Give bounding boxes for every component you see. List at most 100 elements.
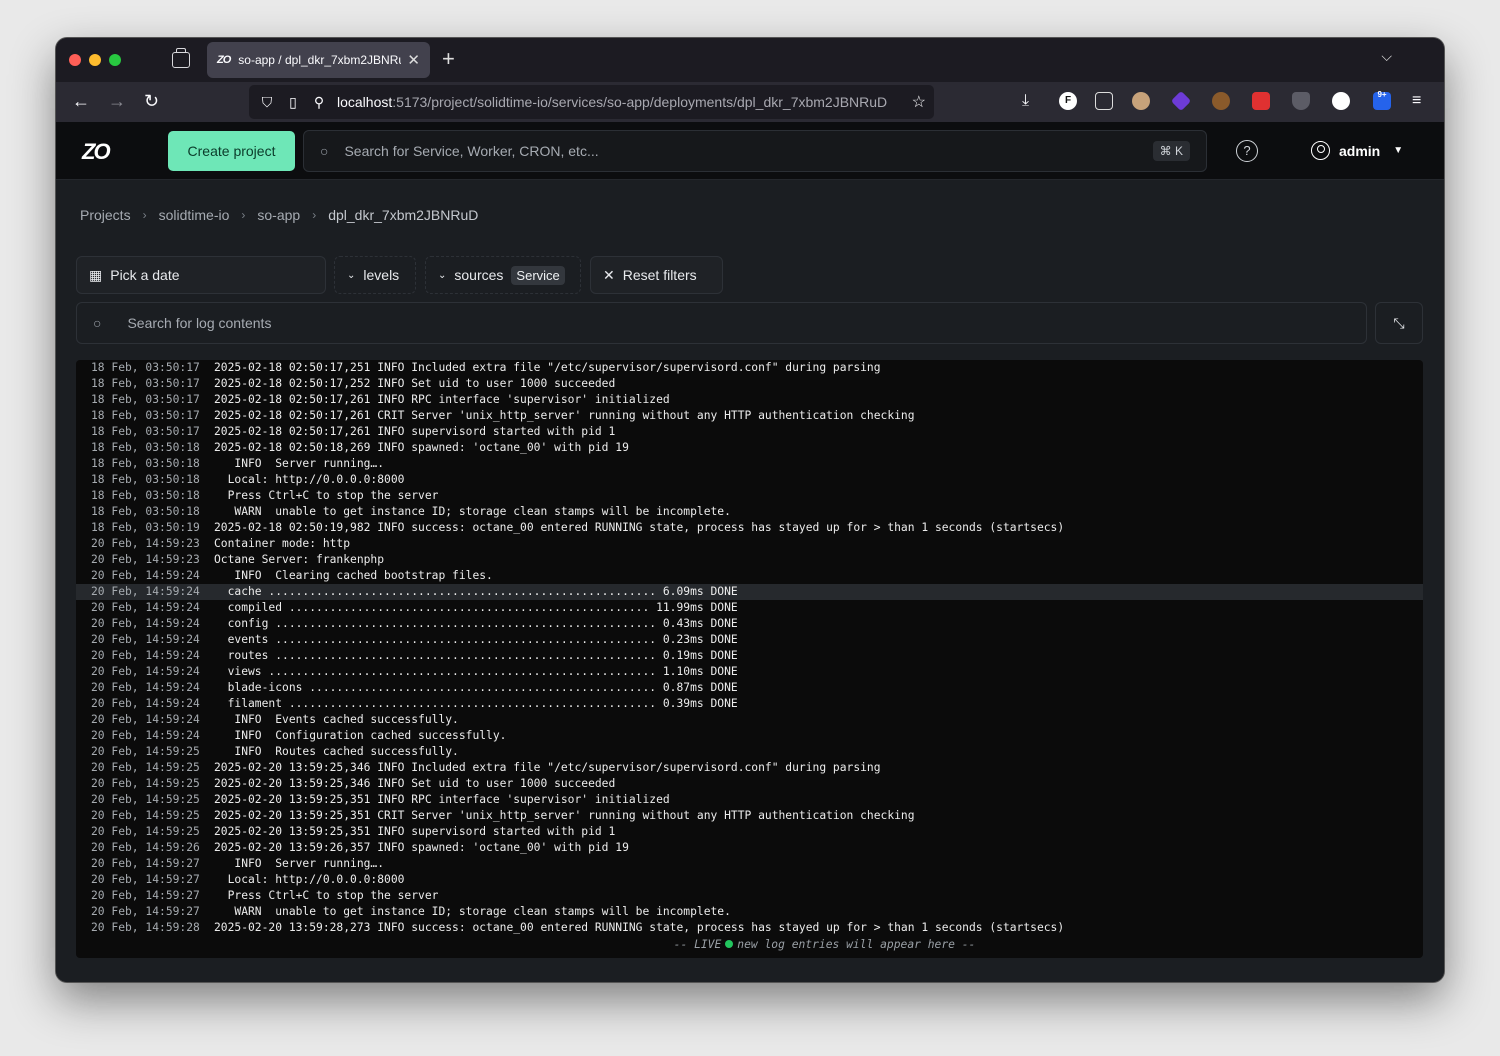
- log-line[interactable]: 20 Feb, 14:59:23 Container mode: http: [76, 536, 1423, 552]
- log-line[interactable]: 20 Feb, 14:59:24 blade-icons ...........…: [76, 680, 1423, 696]
- log-message: filament ...............................…: [214, 697, 738, 710]
- log-line[interactable]: 18 Feb, 03:50:17 2025-02-18 02:50:17,261 …: [76, 408, 1423, 424]
- log-line[interactable]: 20 Feb, 14:59:25 2025-02-20 13:59:25,351 …: [76, 792, 1423, 808]
- log-line[interactable]: 20 Feb, 14:59:28 2025-02-20 13:59:28,273 …: [76, 920, 1423, 936]
- log-timestamp: 20 Feb, 14:59:27: [91, 873, 200, 886]
- minimize-window-button[interactable]: [89, 54, 101, 66]
- log-timestamp: 20 Feb, 14:59:26: [91, 841, 200, 854]
- log-message: 2025-02-18 02:50:17,261 INFO supervisord…: [214, 425, 616, 438]
- log-line[interactable]: 20 Feb, 14:59:24 cache .................…: [76, 584, 1423, 600]
- live-indicator: -- LIVE new log entries will appear here …: [76, 936, 1423, 954]
- log-line[interactable]: 20 Feb, 14:59:27 WARN unable to get inst…: [76, 904, 1423, 920]
- log-line[interactable]: 18 Feb, 03:50:17 2025-02-18 02:50:17,261 …: [76, 392, 1423, 408]
- log-line[interactable]: 18 Feb, 03:50:18 2025-02-18 02:50:18,269 …: [76, 440, 1423, 456]
- log-line[interactable]: 18 Feb, 03:50:18 Local: http://0.0.0.0:8…: [76, 472, 1423, 488]
- reset-filters-button[interactable]: ✕ Reset filters: [590, 256, 723, 294]
- log-message: blade-icons ............................…: [214, 681, 738, 694]
- tab-list-chevron-icon[interactable]: ⌵: [1381, 48, 1392, 65]
- close-window-button[interactable]: [69, 54, 81, 66]
- log-timestamp: 20 Feb, 14:59:25: [91, 793, 200, 806]
- log-line[interactable]: 20 Feb, 14:59:25 2025-02-20 13:59:25,346 …: [76, 760, 1423, 776]
- log-line[interactable]: 20 Feb, 14:59:24 routes ................…: [76, 648, 1423, 664]
- extension-red-icon[interactable]: [1252, 92, 1270, 110]
- url-text[interactable]: localhost:5173/project/solidtime-io/serv…: [337, 94, 902, 110]
- log-message: WARN unable to get instance ID; storage …: [214, 505, 731, 518]
- breadcrumb-project[interactable]: solidtime-io: [159, 207, 230, 223]
- log-line[interactable]: 20 Feb, 14:59:27 Press Ctrl+C to stop th…: [76, 888, 1423, 904]
- bookmark-star-icon[interactable]: ☆: [912, 92, 926, 112]
- download-icon[interactable]: ⤓: [1022, 91, 1029, 111]
- shield-icon[interactable]: ⛉: [259, 94, 275, 111]
- log-line[interactable]: 20 Feb, 14:59:27 Local: http://0.0.0.0:8…: [76, 872, 1423, 888]
- breadcrumb-projects[interactable]: Projects: [80, 207, 131, 223]
- sources-filter-button[interactable]: ⌄ sources Service: [425, 256, 581, 294]
- log-timestamp: 20 Feb, 14:59:25: [91, 825, 200, 838]
- extension-face-icon[interactable]: [1132, 92, 1150, 110]
- logo[interactable]: ZO: [82, 139, 111, 165]
- user-menu[interactable]: admin ▼: [1311, 141, 1403, 160]
- permissions-icon[interactable]: ⚲: [311, 94, 327, 111]
- log-line[interactable]: 20 Feb, 14:59:24 INFO Clearing cached bo…: [76, 568, 1423, 584]
- extension-f-icon[interactable]: F: [1059, 92, 1077, 110]
- log-line[interactable]: 18 Feb, 03:50:18 INFO Server running….: [76, 456, 1423, 472]
- date-picker-button[interactable]: ▦ Pick a date: [76, 256, 326, 294]
- log-line[interactable]: 20 Feb, 14:59:24 config ................…: [76, 616, 1423, 632]
- extension-circle-icon[interactable]: [1332, 92, 1350, 110]
- extension-badge-icon[interactable]: 9+: [1373, 90, 1391, 110]
- log-line[interactable]: 18 Feb, 03:50:18 WARN unable to get inst…: [76, 504, 1423, 520]
- log-line[interactable]: 20 Feb, 14:59:24 INFO Events cached succ…: [76, 712, 1423, 728]
- log-line[interactable]: 18 Feb, 03:50:17 2025-02-18 02:50:17,252 …: [76, 376, 1423, 392]
- levels-filter-button[interactable]: ⌄ levels: [334, 256, 416, 294]
- tab-close-icon[interactable]: ✕: [407, 51, 420, 69]
- global-search-input[interactable]: ○ Search for Service, Worker, CRON, etc.…: [303, 130, 1207, 172]
- url-bar[interactable]: ⛉ ▯ ⚲ localhost:5173/project/solidtime-i…: [249, 85, 934, 119]
- extensions-puzzle-icon[interactable]: [1095, 92, 1113, 110]
- log-message: 2025-02-20 13:59:25,351 INFO supervisord…: [214, 825, 616, 838]
- log-line[interactable]: 20 Feb, 14:59:26 2025-02-20 13:59:26,357 …: [76, 840, 1423, 856]
- create-project-button[interactable]: Create project: [168, 131, 295, 171]
- log-line[interactable]: 18 Feb, 03:50:18 Press Ctrl+C to stop th…: [76, 488, 1423, 504]
- log-line[interactable]: 20 Feb, 14:59:25 2025-02-20 13:59:25,351 …: [76, 808, 1423, 824]
- new-tab-button[interactable]: +: [442, 46, 455, 72]
- forward-arrow-icon[interactable]: →: [108, 91, 126, 111]
- log-line[interactable]: 18 Feb, 03:50:19 2025-02-18 02:50:19,982 …: [76, 520, 1423, 536]
- log-message: 2025-02-18 02:50:17,261 INFO RPC interfa…: [214, 393, 670, 406]
- log-line[interactable]: 20 Feb, 14:59:24 views .................…: [76, 664, 1423, 680]
- log-search-input[interactable]: ○ Search for log contents: [76, 302, 1367, 344]
- chevron-right-icon: ›: [142, 208, 147, 222]
- breadcrumb-service[interactable]: so-app: [257, 207, 300, 223]
- log-line[interactable]: 20 Feb, 14:59:23 Octane Server: frankenph…: [76, 552, 1423, 568]
- tab-title: so-app / dpl_dkr_7xbm2JBNRuD: [238, 53, 402, 67]
- back-arrow-icon[interactable]: ←: [72, 91, 90, 111]
- breadcrumb-deployment[interactable]: dpl_dkr_7xbm2JBNRuD: [328, 207, 478, 223]
- help-icon[interactable]: ?: [1236, 140, 1258, 162]
- log-line[interactable]: 20 Feb, 14:59:27 INFO Server running….: [76, 856, 1423, 872]
- log-line[interactable]: 20 Feb, 14:59:25 2025-02-20 13:59:25,351 …: [76, 824, 1423, 840]
- log-line[interactable]: 18 Feb, 03:50:17 2025-02-18 02:50:17,251 …: [76, 360, 1423, 376]
- log-timestamp: 20 Feb, 14:59:24: [91, 713, 200, 726]
- log-line[interactable]: 18 Feb, 03:50:17 2025-02-18 02:50:17,261 …: [76, 424, 1423, 440]
- log-message: 2025-02-18 02:50:19,982 INFO success: oc…: [214, 521, 1065, 534]
- tab-overview-icon[interactable]: [172, 48, 190, 68]
- live-dot-icon: [725, 940, 734, 948]
- collapse-icon[interactable]: ⤡: [1375, 302, 1423, 344]
- extension-cookie-icon[interactable]: [1212, 92, 1230, 110]
- menu-icon[interactable]: ≡: [1412, 91, 1421, 111]
- log-line[interactable]: 20 Feb, 14:59:24 INFO Configuration cach…: [76, 728, 1423, 744]
- log-message: 2025-02-18 02:50:17,252 INFO Set uid to …: [214, 377, 616, 390]
- log-line[interactable]: 20 Feb, 14:59:25 2025-02-20 13:59:25,346 …: [76, 776, 1423, 792]
- live-prefix: -- LIVE: [673, 938, 722, 951]
- log-line[interactable]: 20 Feb, 14:59:24 compiled ..............…: [76, 600, 1423, 616]
- extension-diamond-icon[interactable]: [1170, 90, 1192, 112]
- page-icon[interactable]: ▯: [285, 94, 301, 111]
- reload-icon[interactable]: ↻: [144, 91, 159, 111]
- extension-ublock-icon[interactable]: [1292, 92, 1310, 110]
- log-message: 2025-02-18 02:50:17,251 INFO Included ex…: [214, 361, 881, 374]
- log-line[interactable]: 20 Feb, 14:59:24 filament ..............…: [76, 696, 1423, 712]
- log-viewer[interactable]: 18 Feb, 03:50:17 2025-02-18 02:50:17,251 …: [76, 360, 1423, 958]
- log-line[interactable]: 20 Feb, 14:59:24 events ................…: [76, 632, 1423, 648]
- browser-tab[interactable]: ZO so-app / dpl_dkr_7xbm2JBNRuD ✕: [207, 42, 430, 78]
- log-line[interactable]: 20 Feb, 14:59:25 INFO Routes cached succ…: [76, 744, 1423, 760]
- search-icon: ○: [93, 315, 102, 331]
- maximize-window-button[interactable]: [109, 54, 121, 66]
